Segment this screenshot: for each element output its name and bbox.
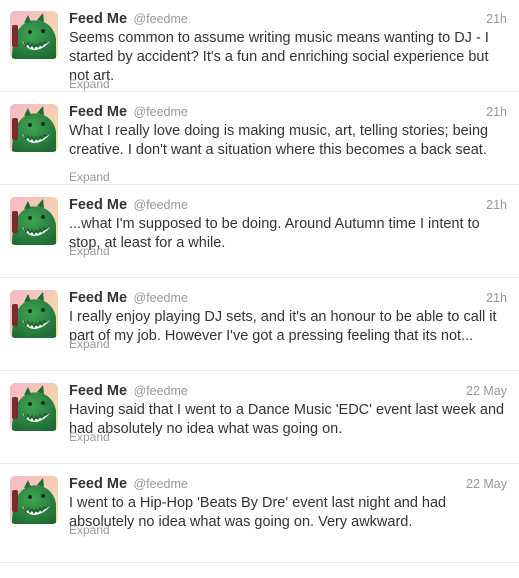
timestamp[interactable]: 22 May	[466, 384, 507, 398]
tweet-item[interactable]: Feed Me @feedme 21h ...what I'm supposed…	[0, 186, 519, 278]
tweet-item[interactable]: Feed Me @feedme 21h What I really love d…	[0, 93, 519, 185]
tweet-header: Feed Me @feedme 21h	[69, 196, 507, 214]
tweet-text: Having said that I went to a Dance Music…	[69, 402, 505, 437]
display-name[interactable]: Feed Me	[69, 476, 127, 492]
profile-avatar[interactable]	[10, 290, 58, 338]
tweet-item[interactable]: Feed Me @feedme 21h Seems common to assu…	[0, 0, 519, 92]
expand-link[interactable]: Expand	[69, 244, 110, 258]
tweet-item[interactable]: Feed Me @feedme 21h I really enjoy playi…	[0, 279, 519, 371]
username-handle[interactable]: @feedme	[133, 105, 187, 119]
expand-link[interactable]: Expand	[69, 430, 110, 444]
tweet-header: Feed Me @feedme 22 May	[69, 475, 507, 493]
tweet-text: ...what I'm supposed to be doing. Around…	[69, 216, 480, 251]
timestamp[interactable]: 22 May	[466, 477, 507, 491]
profile-avatar[interactable]	[10, 476, 58, 524]
feed-me-monster-icon	[10, 290, 58, 338]
expand-link[interactable]: Expand	[69, 77, 110, 91]
tweet-header: Feed Me @feedme 21h	[69, 289, 507, 307]
timestamp[interactable]: 21h	[486, 12, 507, 26]
tweet-text: I really enjoy playing DJ sets, and it's…	[69, 309, 497, 344]
display-name[interactable]: Feed Me	[69, 290, 127, 306]
timestamp[interactable]: 21h	[486, 291, 507, 305]
username-handle[interactable]: @feedme	[133, 384, 187, 398]
tweet-header: Feed Me @feedme 21h	[69, 103, 507, 121]
tweet-text: Seems common to assume writing music mea…	[69, 30, 489, 84]
feed-me-monster-icon	[10, 104, 58, 152]
profile-avatar[interactable]	[10, 104, 58, 152]
profile-avatar[interactable]	[10, 197, 58, 245]
feed-me-monster-icon	[10, 383, 58, 431]
tweet-item[interactable]: Feed Me @feedme 22 May I went to a Hip-H…	[0, 465, 519, 563]
feed-me-monster-icon	[10, 11, 58, 59]
username-handle[interactable]: @feedme	[133, 12, 187, 26]
username-handle[interactable]: @feedme	[133, 198, 187, 212]
expand-link[interactable]: Expand	[69, 523, 110, 537]
feed-me-monster-icon	[10, 197, 58, 245]
expand-link[interactable]: Expand	[69, 337, 110, 351]
tweet-text: What I really love doing is making music…	[69, 123, 489, 158]
tweet-text: I went to a Hip-Hop 'Beats By Dre' event…	[69, 495, 447, 530]
tweet-item[interactable]: Feed Me @feedme 22 May Having said that …	[0, 372, 519, 464]
display-name[interactable]: Feed Me	[69, 197, 127, 213]
tweet-header: Feed Me @feedme 21h	[69, 10, 507, 28]
display-name[interactable]: Feed Me	[69, 383, 127, 399]
display-name[interactable]: Feed Me	[69, 104, 127, 120]
tweet-header: Feed Me @feedme 22 May	[69, 382, 507, 400]
username-handle[interactable]: @feedme	[133, 477, 187, 491]
username-handle[interactable]: @feedme	[133, 291, 187, 305]
expand-link[interactable]: Expand	[69, 170, 110, 184]
timestamp[interactable]: 21h	[486, 198, 507, 212]
profile-avatar[interactable]	[10, 383, 58, 431]
feed-me-monster-icon	[10, 476, 58, 524]
timestamp[interactable]: 21h	[486, 105, 507, 119]
profile-avatar[interactable]	[10, 11, 58, 59]
display-name[interactable]: Feed Me	[69, 11, 127, 27]
